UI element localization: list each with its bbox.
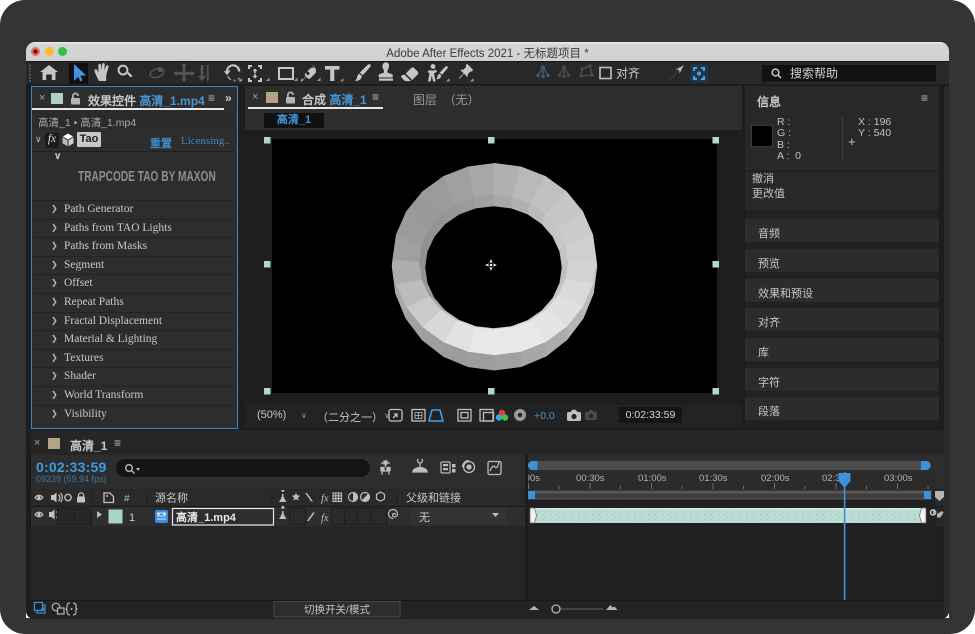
- svg-text:对齐: 对齐: [616, 66, 640, 81]
- svg-text:1: 1: [129, 512, 135, 524]
- svg-text:无: 无: [419, 512, 430, 524]
- svg-text:源名称: 源名称: [155, 491, 188, 505]
- svg-text:fx: fx: [321, 513, 329, 524]
- svg-text:fx: fx: [321, 494, 329, 505]
- svg-text:03:00s: 03:00s: [884, 473, 913, 484]
- svg-text:00:30s: 00:30s: [576, 473, 605, 484]
- svg-text:+0.0: +0.0: [534, 410, 555, 422]
- svg-text:切换开关/模式: 切换开关/模式: [304, 603, 370, 616]
- svg-text::00s: :00s: [528, 473, 540, 484]
- svg-text:父级和链接: 父级和链接: [406, 491, 461, 505]
- svg-text:02:00s: 02:00s: [761, 473, 790, 484]
- svg-text:01:30s: 01:30s: [699, 473, 728, 484]
- svg-text:#: #: [124, 494, 130, 505]
- svg-text:01:00s: 01:00s: [638, 473, 667, 484]
- svg-text:高清_1.mp4: 高清_1.mp4: [176, 510, 237, 524]
- svg-text:搜索帮助: 搜索帮助: [790, 66, 838, 81]
